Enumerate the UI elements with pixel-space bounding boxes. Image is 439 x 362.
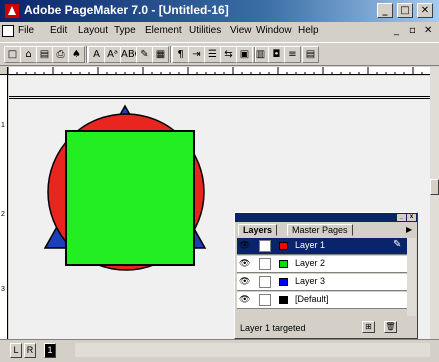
vertical-scroll-thumb[interactable] bbox=[430, 179, 439, 195]
menu-element[interactable]: Element bbox=[145, 25, 182, 36]
text-wrap-icon[interactable]: ⇆ bbox=[220, 46, 237, 63]
menu-edit[interactable]: Edit bbox=[50, 25, 67, 36]
doc-restore-icon[interactable]: ▫ bbox=[409, 25, 416, 36]
save-icon[interactable]: ▤ bbox=[36, 46, 53, 63]
new-layer-icon[interactable]: ⊞ bbox=[362, 321, 375, 333]
character-style-icon[interactable]: A bbox=[88, 46, 105, 63]
menu-file[interactable]: File bbox=[18, 25, 34, 36]
layer-color-swatch bbox=[279, 278, 288, 286]
ruler-label: 3 bbox=[1, 286, 5, 293]
layers-palette: _ x Layers Master Pages ▶ 👁 Layer 1 ✎ 👁 Laye… bbox=[234, 212, 418, 339]
title-bar: Adobe PageMaker 7.0 - [Untitled-16] _ □ … bbox=[0, 0, 439, 22]
delete-layer-icon[interactable]: 🗑 bbox=[384, 321, 397, 333]
palette-status-text: Layer 1 targeted bbox=[240, 323, 306, 333]
lock-toggle[interactable] bbox=[259, 240, 271, 252]
list-icon[interactable]: ☰ bbox=[204, 46, 221, 63]
layer-row[interactable]: 👁 [Default] bbox=[237, 292, 407, 309]
layout-icon[interactable]: ≡ bbox=[284, 46, 301, 63]
layer-color-swatch bbox=[279, 296, 288, 304]
layer-row[interactable]: 👁 Layer 3 bbox=[237, 274, 407, 291]
eye-icon[interactable]: 👁 bbox=[239, 294, 253, 306]
menu-bar: File Edit Layout Type Element Utilities … bbox=[0, 22, 439, 41]
layer-color-swatch bbox=[279, 260, 288, 268]
menu-window[interactable]: Window bbox=[256, 25, 292, 36]
pen-icon: ✎ bbox=[393, 239, 402, 250]
more-icon[interactable]: ▤ bbox=[302, 46, 319, 63]
close-button[interactable]: ✕ bbox=[417, 3, 433, 18]
left-master-page-icon[interactable]: L bbox=[10, 343, 22, 358]
ruler-label: 1 bbox=[1, 122, 5, 129]
layer-row[interactable]: 👁 Layer 1 ✎ bbox=[237, 238, 407, 255]
right-master-page-icon[interactable]: R bbox=[24, 343, 36, 358]
font-size-icon[interactable]: Aᵃ bbox=[104, 46, 121, 63]
vertical-ruler[interactable]: 1 2 3 bbox=[0, 75, 8, 339]
camera-icon[interactable]: ◘ bbox=[268, 46, 285, 63]
eye-icon[interactable]: 👁 bbox=[239, 276, 253, 288]
document-icon[interactable] bbox=[2, 25, 14, 37]
layer-color-swatch bbox=[279, 242, 288, 250]
lock-toggle[interactable] bbox=[259, 276, 271, 288]
layer-row[interactable]: 👁 Layer 2 bbox=[237, 256, 407, 273]
menu-utilities[interactable]: Utilities bbox=[189, 25, 221, 36]
window-title: Adobe PageMaker 7.0 - [Untitled-16] bbox=[24, 3, 229, 17]
find-icon[interactable]: ♠ bbox=[68, 46, 85, 63]
eye-icon[interactable]: 👁 bbox=[239, 240, 253, 252]
menu-type[interactable]: Type bbox=[114, 25, 136, 36]
menu-help[interactable]: Help bbox=[298, 25, 319, 36]
print-icon[interactable]: ⎙ bbox=[52, 46, 69, 63]
pagemaker-app-icon[interactable] bbox=[4, 3, 20, 19]
layer-name: Layer 3 bbox=[295, 276, 326, 286]
lock-toggle[interactable] bbox=[259, 294, 271, 306]
menu-layout[interactable]: Layout bbox=[78, 25, 108, 36]
palette-menu-icon[interactable]: ▶ bbox=[406, 225, 412, 234]
close-icon: ✕ bbox=[420, 5, 430, 16]
spell-check-icon[interactable]: ABC bbox=[120, 46, 137, 63]
tab-master-pages[interactable]: Master Pages bbox=[287, 224, 353, 236]
image-icon[interactable]: ▦ bbox=[152, 46, 169, 63]
green-square[interactable] bbox=[65, 130, 195, 266]
page-1-icon[interactable]: 1 bbox=[44, 343, 56, 358]
horizontal-scrollbar[interactable] bbox=[75, 343, 430, 357]
vertical-scrollbar[interactable] bbox=[430, 67, 439, 339]
layer-name: Layer 1 bbox=[295, 240, 326, 250]
palette-title-bar[interactable]: _ x bbox=[235, 213, 417, 222]
eye-icon[interactable]: 👁 bbox=[239, 258, 253, 270]
maximize-icon: □ bbox=[400, 5, 410, 16]
lock-toggle[interactable] bbox=[259, 258, 271, 270]
maximize-button[interactable]: □ bbox=[397, 3, 413, 18]
frame-icon[interactable]: ▣ bbox=[236, 46, 253, 63]
ruler-label: 2 bbox=[1, 211, 5, 218]
palette-close-icon[interactable]: x bbox=[407, 214, 416, 221]
columns-icon[interactable]: ▥ bbox=[252, 46, 269, 63]
ruler-origin[interactable] bbox=[0, 67, 8, 75]
toolbar: □⌂▤⎙♠AAᵃABC✎▦¶⇥☰⇆▣▥◘≡▤ bbox=[0, 42, 439, 66]
page-navigation-bar: L R 1 bbox=[0, 339, 439, 362]
place-icon[interactable]: ✎ bbox=[136, 46, 153, 63]
open-icon[interactable]: ⌂ bbox=[20, 46, 37, 63]
layer-name: [Default] bbox=[295, 294, 329, 304]
doc-minimize-icon[interactable]: _ bbox=[394, 25, 399, 36]
minimize-icon: _ bbox=[382, 5, 388, 16]
horizontal-ruler-ticks bbox=[7, 67, 423, 75]
tab-layers[interactable]: Layers bbox=[238, 224, 278, 236]
menu-view[interactable]: View bbox=[230, 25, 252, 36]
indent-icon[interactable]: ⇥ bbox=[188, 46, 205, 63]
layer-name: Layer 2 bbox=[295, 258, 326, 268]
palette-minimize-icon[interactable]: _ bbox=[397, 214, 406, 221]
minimize-button[interactable]: _ bbox=[377, 3, 393, 18]
doc-close-icon[interactable]: ✕ bbox=[424, 25, 432, 36]
new-icon[interactable]: □ bbox=[4, 46, 21, 63]
palette-scrollbar[interactable] bbox=[407, 238, 416, 316]
paragraph-icon[interactable]: ¶ bbox=[172, 46, 189, 63]
horizontal-ruler[interactable] bbox=[7, 67, 430, 75]
